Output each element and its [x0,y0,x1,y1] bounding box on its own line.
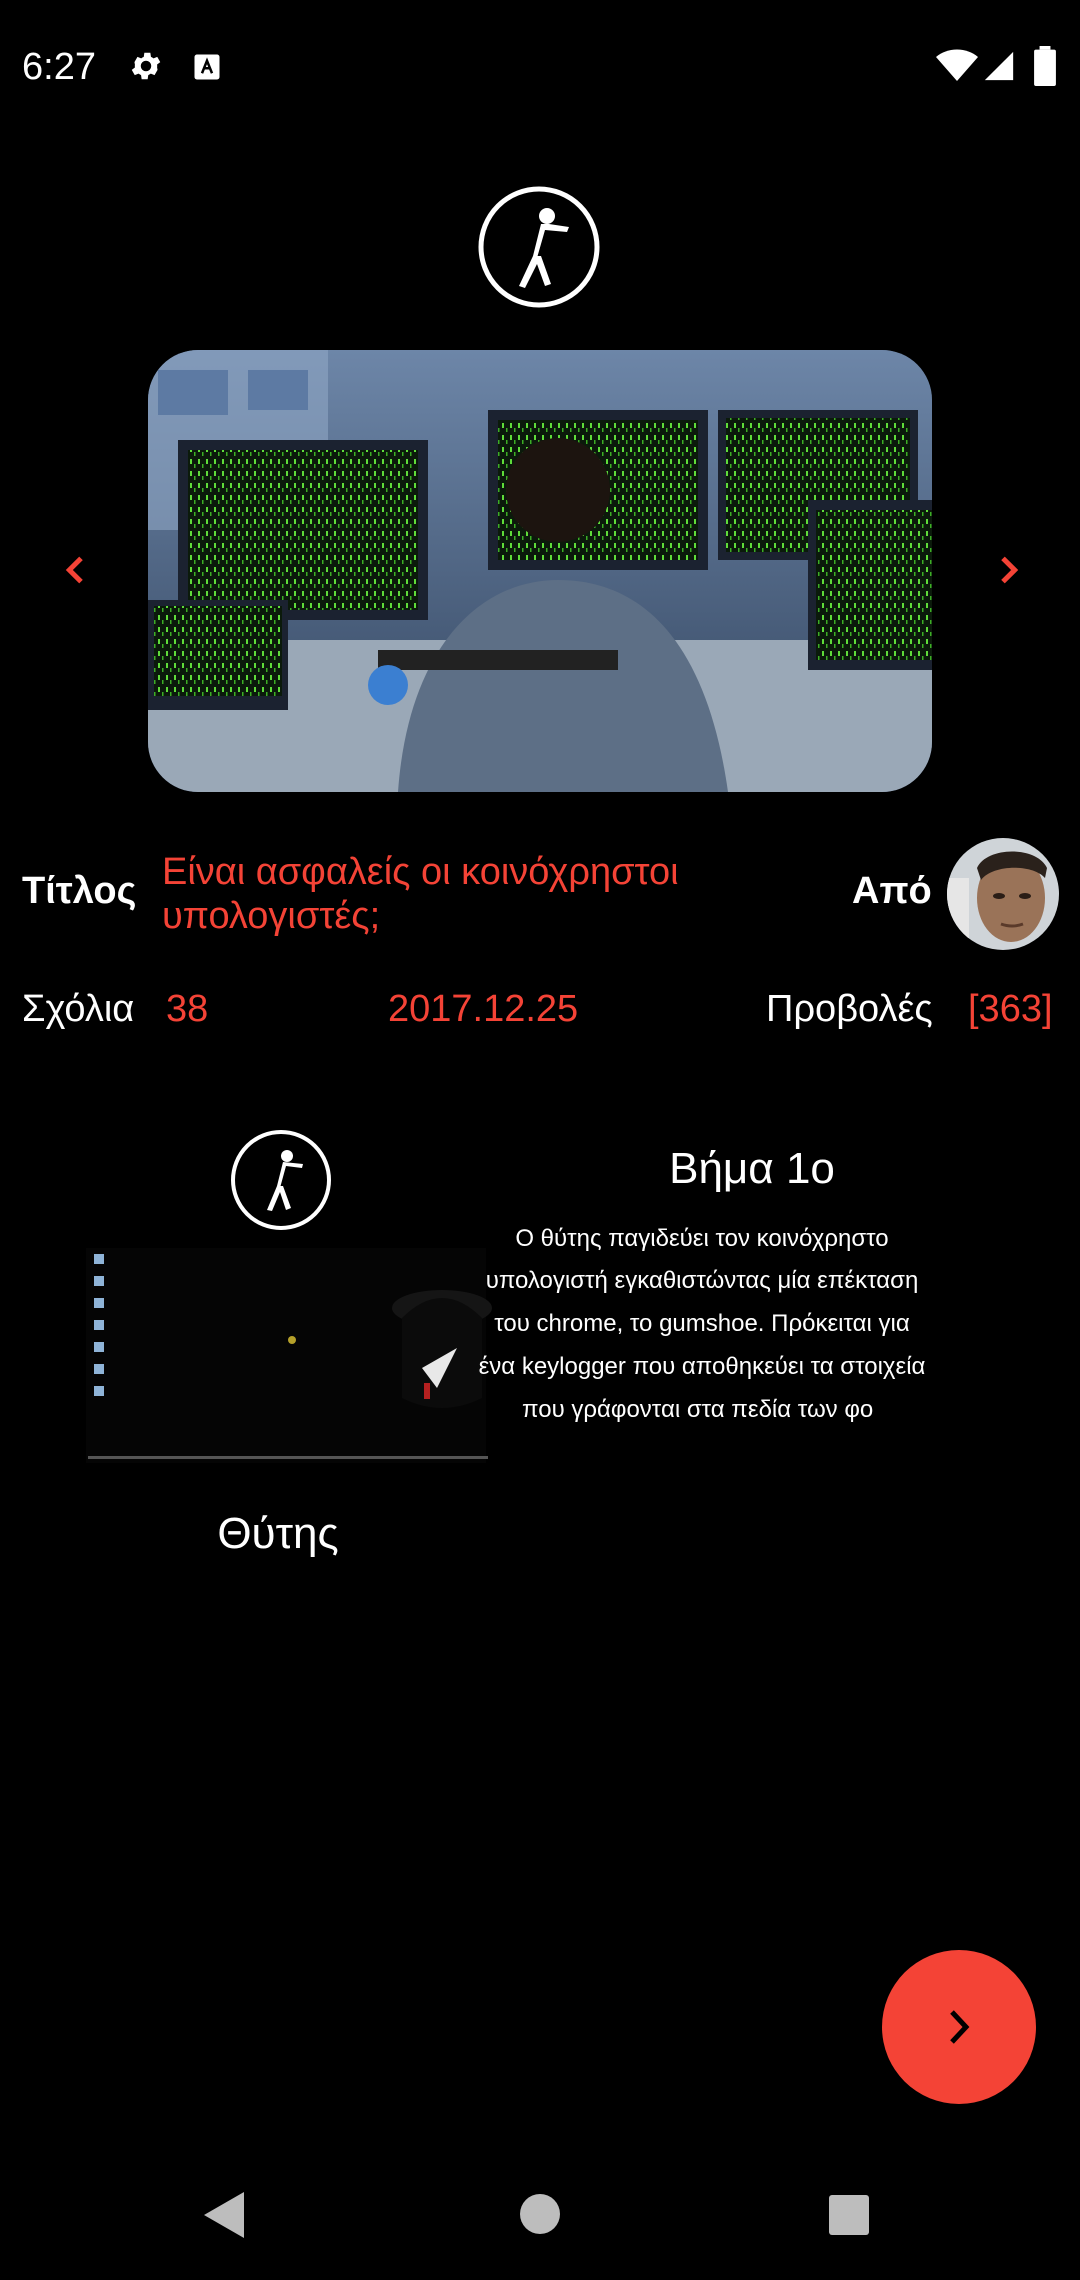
carousel-image[interactable] [148,350,932,792]
next-button[interactable] [882,1950,1036,2104]
chevron-left-icon[interactable] [56,550,96,590]
avatar[interactable] [947,838,1059,950]
step-text-line: που γράφονται στα πεδία των φο [522,1396,873,1423]
battery-icon [1034,46,1056,86]
comments-count: 38 [166,988,209,1030]
post-date: 2017.12.25 [388,988,579,1030]
step-heading: Βήμα 1ο [669,1144,835,1193]
wifi-icon [936,49,978,81]
views-count: [363] [968,988,1053,1030]
zombie-logo-icon [478,186,600,308]
step-text-line: του chrome, το gumshoe. Πρόκειται για [494,1310,910,1337]
post-title: Είναι ασφαλείς οι κοινόχρηστοι υπολογιστ… [162,851,679,937]
back-icon[interactable] [202,2190,246,2240]
views-label: Προβολές [766,988,933,1030]
home-icon[interactable] [518,2192,562,2236]
nav-bar [0,2160,1080,2280]
step-text-line: Ο θύτης παγιδεύει τον κοινόχρηστο [515,1225,888,1252]
author-label: Από [852,870,932,912]
step-image: Βήμα 1ο Ο θύτης παγιδεύει τον κοινόχρηστ… [72,1118,1008,1598]
recents-icon[interactable] [828,2194,870,2236]
signal-icon [984,51,1014,81]
status-bar: 6:27 [0,0,1080,134]
comments-label: Σχόλια [22,988,135,1030]
chevron-right-icon[interactable] [988,550,1028,590]
title-label: Τίτλος [22,870,137,912]
font-a-icon [194,54,220,80]
step-text-line: υπολογιστή εγκαθιστώντας μία επέκταση [486,1267,919,1294]
step-text-line: ένα keylogger που αποθηκεύει τα στοιχεία [479,1353,926,1380]
status-time: 6:27 [22,46,96,88]
gear-icon [131,52,161,80]
step-caption: Θύτης [217,1509,338,1558]
chevron-right-icon [950,2010,970,2044]
